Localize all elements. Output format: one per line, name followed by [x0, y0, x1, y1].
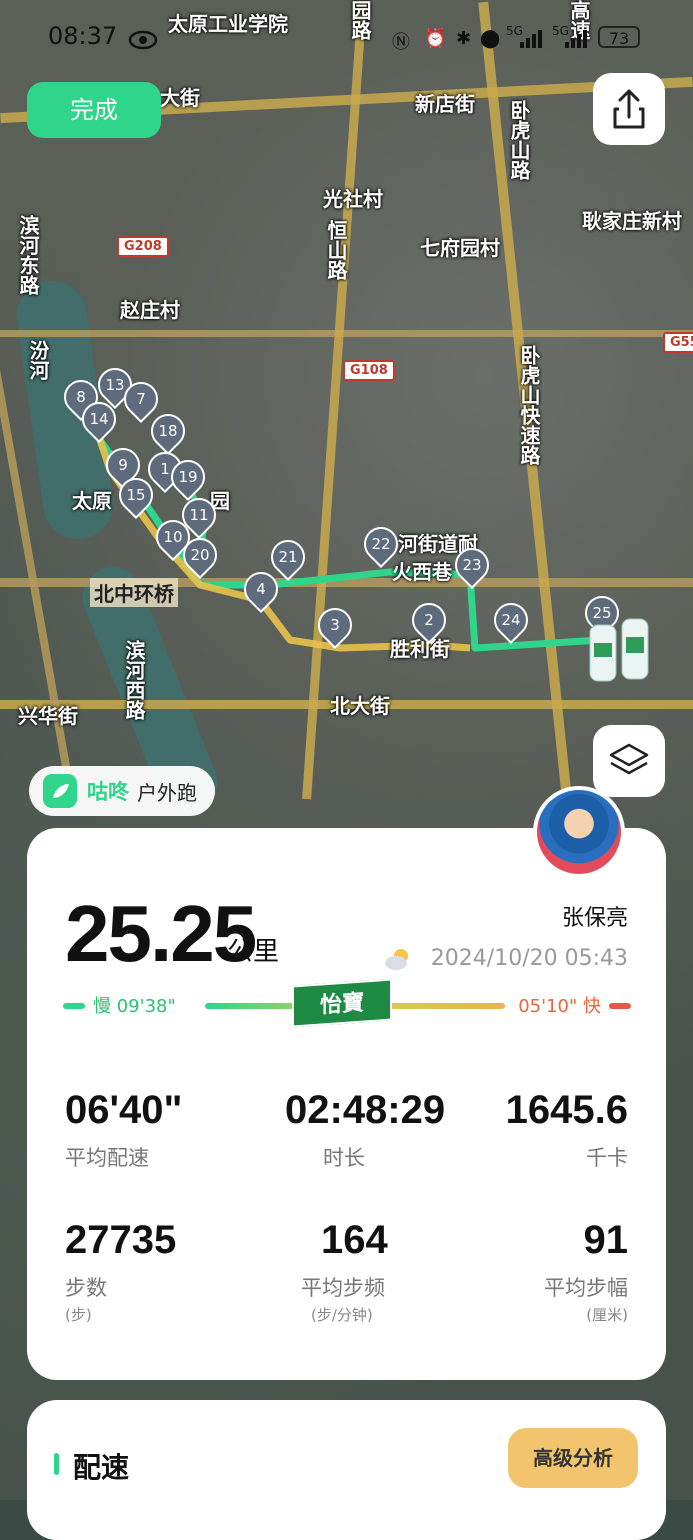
bluetooth-icon: ✱ [456, 28, 472, 49]
duration-value: 02:48:29 [285, 1088, 446, 1132]
cadence-label: 平均步频 [301, 1276, 385, 1300]
steps-unit: (步) [65, 1306, 92, 1324]
pace-range-bar: 慢 09'38" 怡寶 05'10" 快 [63, 978, 631, 1036]
map-label: 太原 [72, 489, 112, 513]
run-summary-card: 25.25 公里 张保亮 2024/10/20 05:43 慢 09'38" 怡… [27, 828, 666, 1380]
done-button[interactable]: 完成 [27, 82, 161, 138]
highway-shield: G208 [117, 236, 169, 257]
map-label: 兴华街 [18, 704, 78, 728]
layers-icon [609, 743, 649, 775]
fastest-pace: 05'10" 快 [518, 996, 601, 1017]
map-label: 光社村 [323, 187, 383, 211]
battery-indicator: 73 [598, 26, 640, 48]
pace-section: 配速 高级分析 [27, 1400, 666, 1540]
share-button[interactable] [593, 73, 665, 145]
signal-icon [520, 30, 542, 48]
avatar[interactable] [533, 786, 625, 878]
app-brand-badge: 咕咚 户外跑 [29, 766, 215, 816]
duration-label: 时长 [323, 1146, 365, 1170]
run-datetime: 2024/10/20 05:43 [430, 946, 628, 971]
eye-icon [128, 30, 158, 50]
avg-pace-label: 平均配速 [65, 1146, 149, 1170]
signal-icon [565, 30, 587, 48]
brand-name: 咕咚 [87, 780, 129, 804]
advanced-analysis-button[interactable]: 高级分析 [508, 1428, 638, 1488]
codoon-logo-icon [43, 774, 77, 808]
map-label: 七府园村 [420, 236, 500, 260]
weather-icon [385, 949, 408, 970]
map-layers-button[interactable] [593, 725, 665, 797]
stride-value: 91 [583, 1218, 629, 1262]
steps-value: 27735 [65, 1218, 177, 1262]
pace-bar-left [63, 1003, 85, 1009]
map-label: 滨河东路 [16, 215, 40, 295]
share-icon [613, 89, 645, 129]
distance-unit: 公里 [227, 937, 280, 967]
steps-label: 步数 [65, 1276, 107, 1300]
map-label: 卧虎山路 [507, 100, 531, 180]
map-label: 滨河西路 [122, 640, 146, 720]
map-label: 新店街 [415, 92, 475, 116]
pace-section-title: 配速 [73, 1451, 130, 1484]
location-icon: ⬤ [480, 28, 501, 49]
map-label: 火西巷 [392, 560, 452, 584]
map-label: 大街 [160, 86, 200, 110]
calories-value: 1645.6 [505, 1088, 628, 1132]
map-label: 耿家庄新村 [582, 209, 682, 233]
pace-bar-right [609, 1003, 631, 1009]
map-label: 北中环桥 [90, 578, 178, 607]
user-name: 张保亮 [561, 906, 628, 931]
nfc-icon: Ⓝ [392, 32, 410, 53]
map-label: 恒山路 [324, 220, 348, 280]
stride-unit: (厘米) [586, 1306, 628, 1324]
cadence-unit: (步/分钟) [311, 1306, 373, 1324]
sponsor-logo: 怡寶 [292, 978, 392, 1028]
alarm-icon: ⏰ [424, 28, 447, 49]
calories-label: 千卡 [586, 1146, 628, 1170]
activity-type: 户外跑 [137, 780, 197, 805]
section-accent-bar [54, 1453, 59, 1475]
map-label: 胜利街 [390, 637, 450, 661]
cadence-value: 164 [321, 1218, 388, 1262]
avg-pace-value: 06'40" [65, 1088, 183, 1132]
map-label: 汾河 [26, 340, 50, 380]
stride-label: 平均步幅 [544, 1276, 628, 1300]
map-label: 卧虎山快速路 [517, 345, 541, 465]
map-label: 北大街 [330, 694, 390, 718]
map-label: 赵庄村 [120, 298, 180, 322]
water-bottle-icon [589, 618, 649, 682]
slowest-pace: 慢 09'38" [93, 996, 176, 1017]
status-bar: 08:37 Ⓝ ⏰ ✱ ⬤ 5G 5G 73 [0, 18, 693, 58]
highway-shield: G55 [663, 332, 693, 353]
highway-shield: G108 [343, 360, 395, 381]
status-time: 08:37 [48, 22, 118, 50]
